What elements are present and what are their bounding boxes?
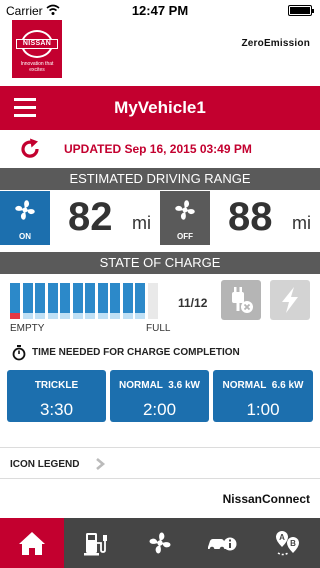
battery-segment [60,283,70,319]
charge-mode-duration: 3:30 [39,400,74,419]
climate-off-state: OFF [177,232,193,241]
charging-status-tile [270,280,310,320]
icon-legend-row[interactable]: ICON LEGEND [0,450,320,478]
logo-text: NISSAN [16,39,58,49]
charging-station-icon [84,533,107,556]
route-ab-icon: A B [276,531,299,556]
updated-row: UPDATED Sep 16, 2015 03:49 PM [0,131,320,167]
vehicle-info-icon [208,537,237,552]
battery-gauge [10,283,160,319]
climate-on-tile: ON [0,191,50,245]
icon-legend-label: ICON LEGEND [10,459,80,470]
battery-segment [35,283,45,319]
charge-mode-name: NORMAL 3.6 kW [119,380,200,391]
charge-time-label: TIME NEEDED FOR CHARGE COMPLETION [32,347,240,358]
logo-tagline: Innovation that excites [20,61,54,73]
charge-header: STATE OF CHARGE [0,252,320,274]
battery-segment [135,283,145,319]
battery-segment [22,283,33,319]
charge-mode-normal-6-6kw[interactable]: NORMAL 6.6 kW 1:00 [213,370,313,422]
lightning-bolt-icon [282,287,298,313]
range-header: ESTIMATED DRIVING RANGE [0,168,320,190]
charge-time-row: TIME NEEDED FOR CHARGE COMPLETION [0,341,320,365]
gauge-empty-label: EMPTY [10,323,45,334]
range-unit-climate-off: mi [292,213,311,233]
updated-timestamp: UPDATED Sep 16, 2015 03:49 PM [64,142,252,156]
range-value-climate-on: 82 [68,195,113,239]
battery-segment [110,283,120,319]
battery-segment [72,283,83,319]
charge-mode-duration: 1:00 [246,400,280,419]
battery-segment [85,283,95,319]
climate-off-tile: OFF [160,191,210,245]
brand-bar: NISSAN Innovation that excites ZeroEmiss… [0,20,320,78]
zero-emission-logo: ZeroEmission [241,38,310,49]
battery-segment [10,283,20,319]
fan-icon [149,532,171,554]
battery-segment [147,283,158,319]
status-time: 12:47 PM [131,3,189,18]
charge-mode-trickle[interactable]: TRICKLE 3:30 [7,370,106,422]
battery-icon [288,5,314,16]
charge-mode-normal-3-6kw[interactable]: NORMAL 3.6 kW 2:00 [110,370,209,422]
plug-status-tile [221,280,261,320]
nissan-logo: NISSAN Innovation that excites [12,20,62,78]
tab-home[interactable] [0,518,64,568]
divider [0,478,320,479]
charge-mode-name: NORMAL 6.6 kW [222,380,304,391]
nissan-connect-logo: NissanConnect [222,492,310,506]
svg-text:A: A [279,533,285,542]
battery-segment [122,283,133,319]
range-row: ON 82 mi OFF 88 mi [0,191,320,245]
refresh-icon[interactable] [18,137,42,161]
battery-segment [47,283,58,319]
fan-icon [15,200,35,220]
charge-count: 11/12 [178,296,208,310]
home-icon [19,532,45,555]
tab-charging[interactable] [64,518,128,568]
range-value-climate-off: 88 [228,195,273,239]
chevron-right-icon [96,458,106,470]
stopwatch-icon [12,345,26,361]
svg-text:B: B [290,539,296,548]
divider [0,447,320,448]
climate-on-state: ON [19,232,31,241]
battery-segment [97,283,108,319]
status-bar: Carrier 12:47 PM [0,0,320,20]
tab-climate[interactable] [128,518,192,568]
plug-disconnected-icon [232,287,253,313]
page-title: MyVehicle1 [114,98,206,117]
gauge-full-label: FULL [146,323,171,334]
fan-icon [175,200,195,220]
range-unit-climate-on: mi [132,213,151,233]
charge-mode-name: TRICKLE [34,380,79,391]
tab-route[interactable]: A B [256,518,320,568]
tab-bar: A B [0,518,320,568]
charge-panel: EMPTY FULL 11/12 [0,275,320,337]
tab-vehicle-info[interactable] [192,518,256,568]
charge-mode-duration: 2:00 [142,400,177,419]
nav-bar: MyVehicle1 [0,86,320,130]
